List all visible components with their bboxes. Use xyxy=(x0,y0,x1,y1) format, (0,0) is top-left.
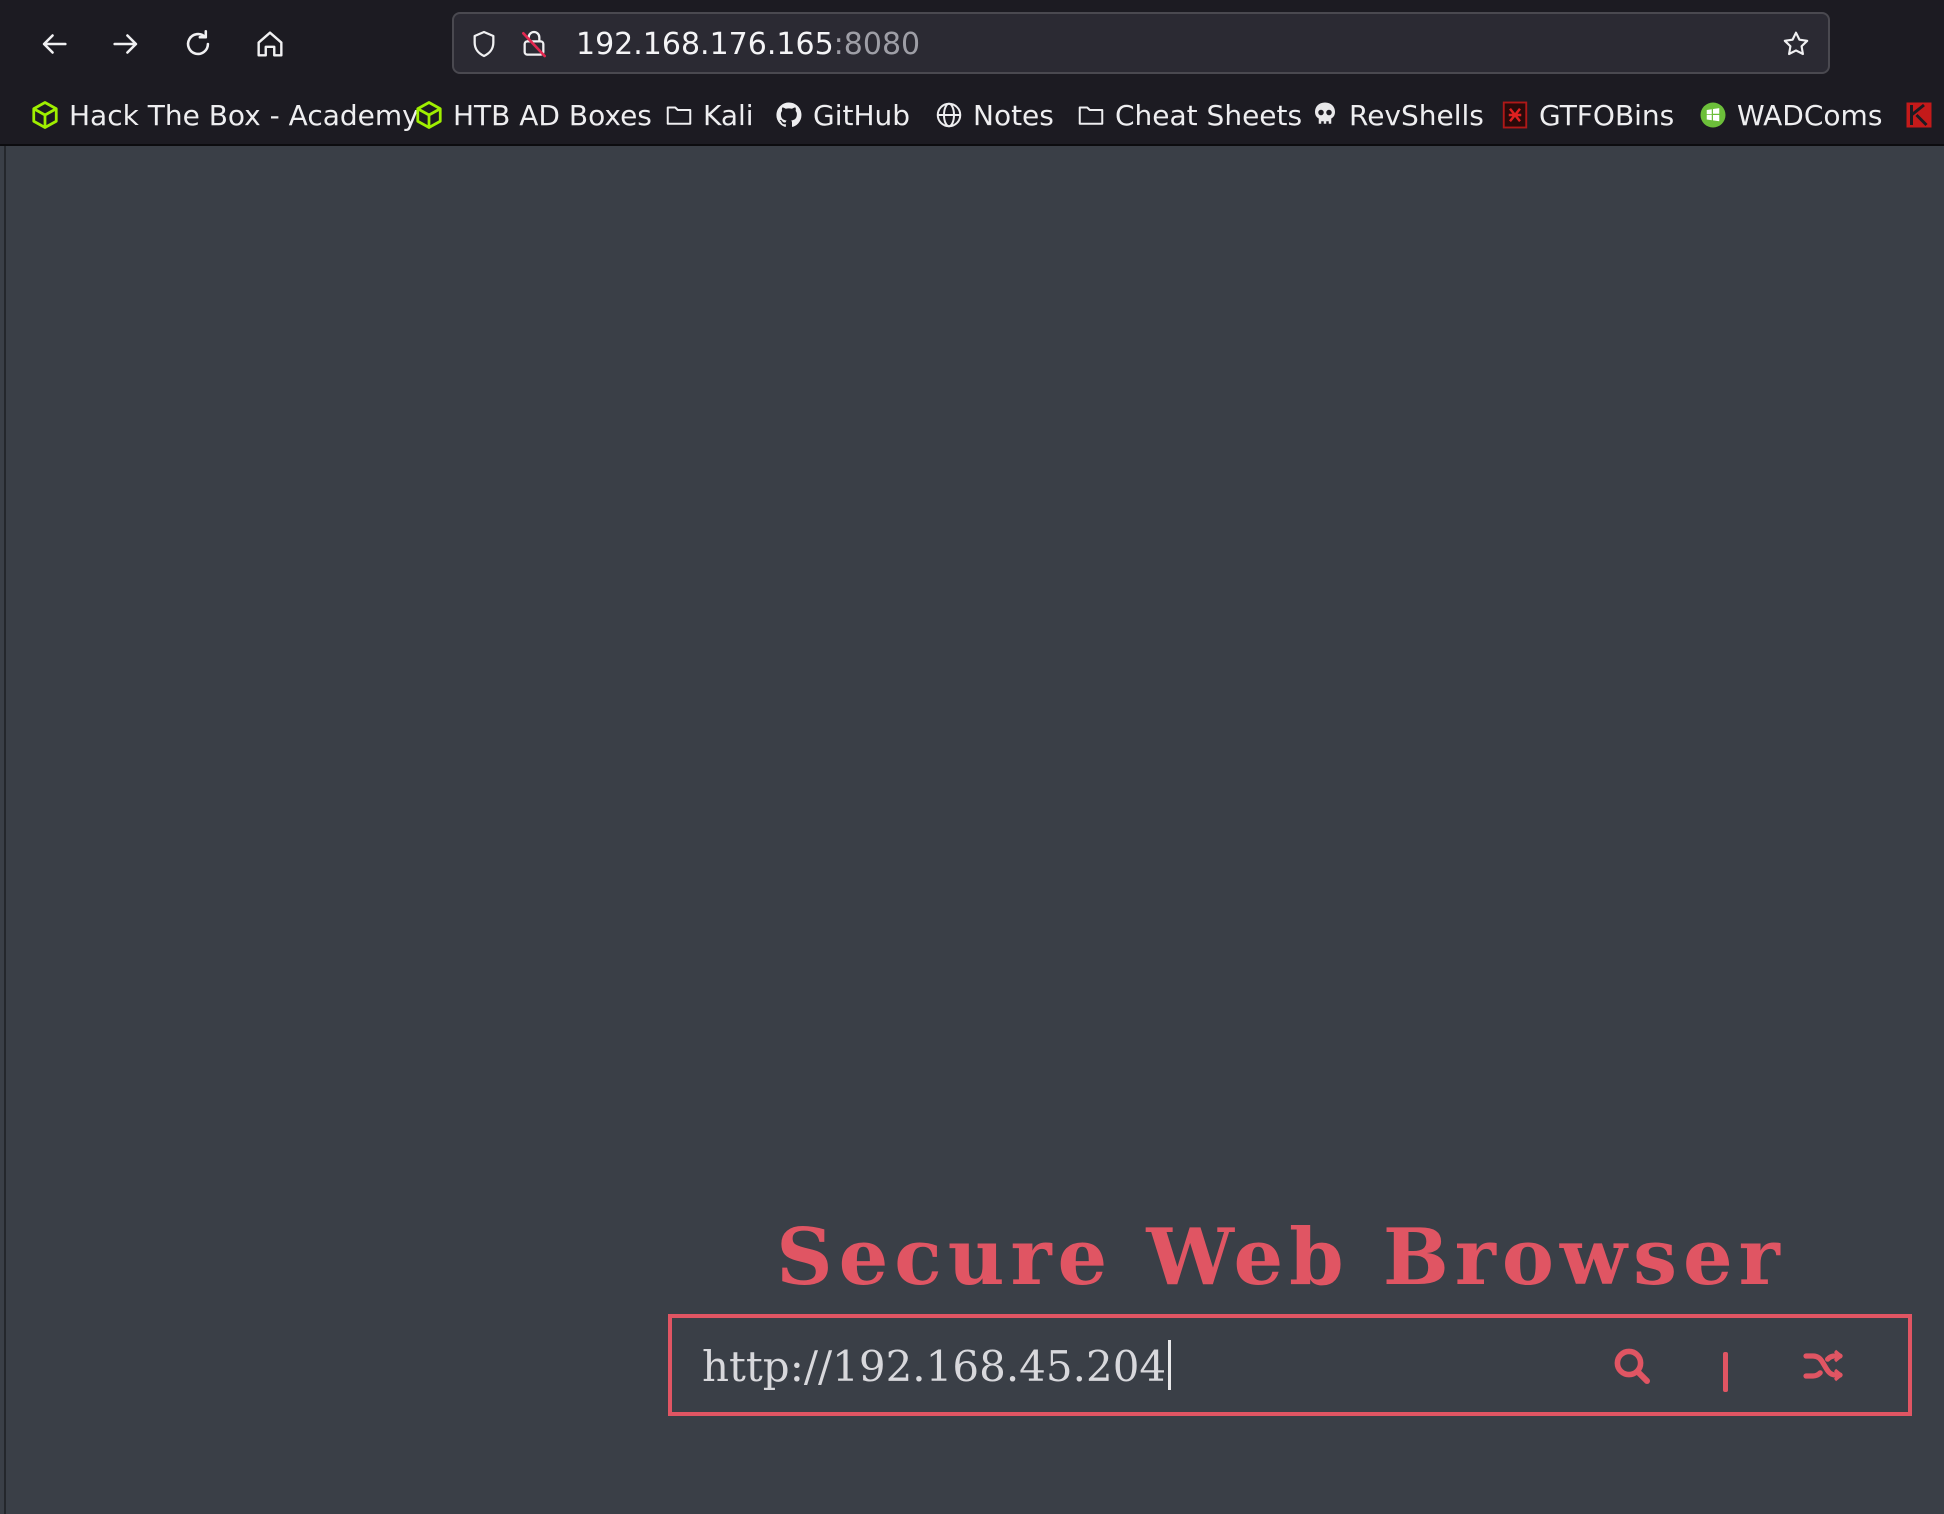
bookmark-star-icon[interactable] xyxy=(1778,26,1814,62)
forward-button[interactable] xyxy=(104,22,148,66)
url-text[interactable]: 192.168.176.165:8080 xyxy=(576,27,920,63)
bookmark-label: GTFOBins xyxy=(1539,98,1675,132)
bookmark-hack-the-box-academy[interactable]: Hack The Box - Academy xyxy=(30,90,419,140)
folder-icon xyxy=(1076,100,1106,130)
wadcoms-icon xyxy=(1698,100,1728,130)
bookmark-label: RevShells xyxy=(1349,98,1484,132)
skull-icon xyxy=(1310,100,1340,130)
bookmark-label: WADComs xyxy=(1737,98,1883,132)
tracking-protection-shield-icon[interactable] xyxy=(466,26,502,62)
bookmark-label: Cheat Sheets xyxy=(1115,98,1303,132)
search-button[interactable] xyxy=(1602,1338,1662,1394)
bookmark-label: GitHub xyxy=(813,98,911,132)
github-icon xyxy=(774,100,804,130)
gtfobins-icon xyxy=(1500,100,1530,130)
button-divider xyxy=(1723,1352,1728,1392)
search-icon xyxy=(1614,1348,1650,1384)
bookmark-folder-kali[interactable]: Kali xyxy=(664,90,754,140)
address-bar[interactable]: 192.168.176.165:8080 xyxy=(452,12,1830,74)
insecure-lock-icon[interactable] xyxy=(516,26,552,62)
arrow-left-icon xyxy=(42,34,67,54)
home-icon xyxy=(257,31,283,57)
random-button[interactable] xyxy=(1792,1338,1856,1394)
bookmark-label: HTB AD Boxes xyxy=(453,98,652,132)
page-content: Secure Web Browser xyxy=(4,146,1944,1514)
home-button[interactable] xyxy=(248,22,292,66)
globe-icon xyxy=(934,100,964,130)
url-port: :8080 xyxy=(833,27,921,62)
search-form xyxy=(668,1314,1912,1416)
bookmark-folder-cheat-sheets[interactable]: Cheat Sheets xyxy=(1076,90,1302,140)
bookmark-site-icon xyxy=(1904,100,1934,130)
page-title: Secure Web Browser xyxy=(776,1212,1786,1303)
bookmark-label: Notes xyxy=(973,98,1054,132)
bookmark-label: Hack The Box - Academy xyxy=(69,98,419,132)
url-input[interactable] xyxy=(702,1334,1402,1398)
bookmark-notes[interactable]: Notes xyxy=(934,90,1054,140)
url-host: 192.168.176.165 xyxy=(576,27,834,62)
shuffle-icon xyxy=(1803,1349,1843,1382)
folder-icon xyxy=(664,100,694,130)
reload-icon xyxy=(186,29,210,56)
htb-cube-icon xyxy=(414,100,444,130)
bookmark-gtfobins[interactable]: GTFOBins xyxy=(1500,90,1674,140)
bookmark-overflow-item[interactable] xyxy=(1904,90,1943,140)
bookmark-github[interactable]: GitHub xyxy=(774,90,910,140)
reload-button[interactable] xyxy=(176,22,220,66)
bookmark-wadcoms[interactable]: WADComs xyxy=(1698,90,1882,140)
bookmark-label: Kali xyxy=(703,98,754,132)
bookmarks-toolbar: Hack The Box - Academy HTB AD Boxes Kali… xyxy=(0,90,1944,146)
back-button[interactable] xyxy=(32,22,76,66)
browser-window: 192.168.176.165:8080 Hack The Box - Acad… xyxy=(0,0,1944,1514)
browser-toolbar: 192.168.176.165:8080 xyxy=(0,0,1944,90)
bookmark-revshells[interactable]: RevShells xyxy=(1310,90,1484,140)
htb-cube-icon xyxy=(30,100,60,130)
text-caret xyxy=(1168,1340,1172,1390)
bookmark-htb-ad-boxes[interactable]: HTB AD Boxes xyxy=(414,90,652,140)
arrow-right-icon xyxy=(113,34,138,54)
